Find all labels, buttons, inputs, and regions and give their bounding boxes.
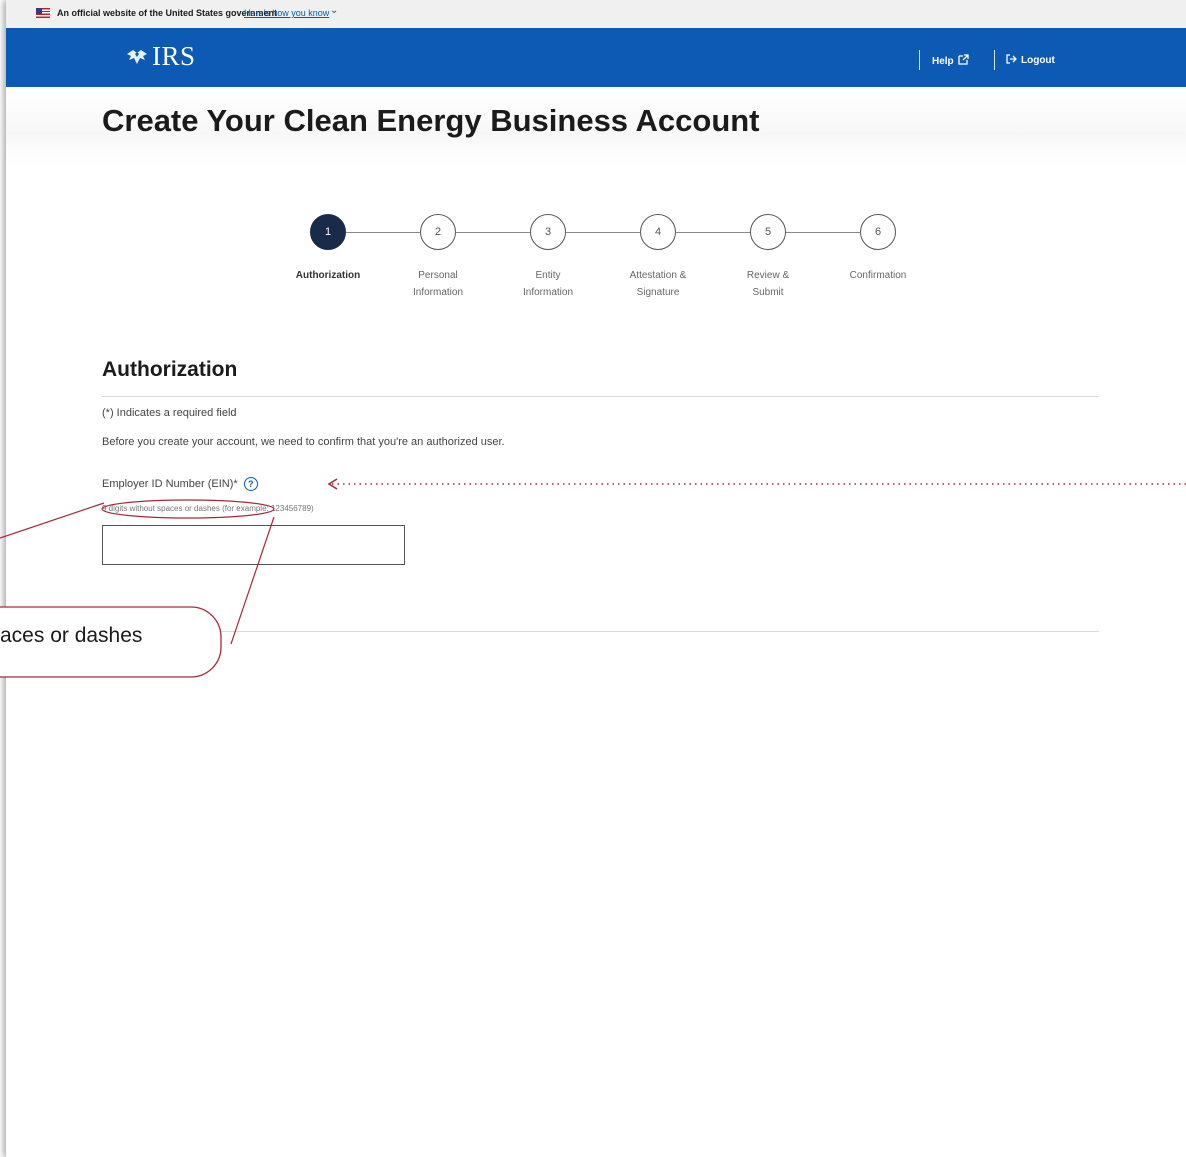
ein-label: Employer ID Number (EIN)* ? [102,477,258,491]
logout-icon [1006,54,1017,67]
step-connector [566,232,640,233]
step-connector [456,232,530,233]
us-flag-icon [36,8,50,18]
screenshot-frame: An official website of the United States… [6,0,1186,1157]
step-label-line2: Information [522,287,574,298]
site-header: IRS Help Logout [6,28,1186,87]
step-connector [346,232,420,233]
step-5-label: Review & Submit [723,267,813,301]
page-title: Create Your Clean Energy Business Accoun… [102,103,760,138]
help-link[interactable]: Help [932,54,969,68]
step-1-label: Authorization [283,267,373,284]
step-5-circle: 5 [750,214,786,250]
logout-link[interactable]: Logout [1006,54,1055,67]
callout-text: aces or dashes [0,624,143,647]
ein-hint-example: (for example: 123456789) [219,504,314,513]
form-divider [220,631,1099,632]
header-divider [919,50,920,70]
step-label-line1: Personal [418,270,458,281]
step-2-circle: 2 [420,214,456,250]
step-6-circle: 6 [860,214,896,250]
required-field-note: (*) Indicates a required field [102,407,237,419]
step-label-line2: Signature [636,287,680,298]
step-4-label: Attestation & Signature [613,267,703,301]
logout-label: Logout [1021,55,1055,66]
step-label-line1: Entity [535,270,561,281]
ein-label-text: Employer ID Number (EIN)* [102,478,238,490]
help-question-icon[interactable]: ? [243,477,258,491]
step-label-line1: Confirmation [849,270,907,281]
step-connector [676,232,750,233]
section-title: Authorization [102,358,238,381]
step-label-line1: Review & [746,270,790,281]
step-1-circle: 1 [310,214,346,250]
intro-text: Before you create your account, we need … [102,436,505,448]
step-label-line2: Information [412,287,464,298]
section-divider [102,396,1099,397]
step-3-label: Entity Information [503,267,593,301]
gov-banner-link[interactable]: Here's how you know [244,8,329,18]
step-4-circle: 4 [640,214,676,250]
external-link-icon [958,54,969,68]
ein-hint: 9 digits without spaces or dashes (for e… [102,504,314,513]
irs-eagle-icon [124,44,150,70]
step-label-line1: Attestation & [629,270,687,281]
step-3-circle: 3 [530,214,566,250]
step-label-line1: Authorization [295,270,361,281]
step-connector [786,232,860,233]
chevron-down-icon[interactable]: ⌄ [330,5,338,16]
ein-input[interactable] [102,525,405,565]
logo-text: IRS [152,41,196,71]
step-6-label: Confirmation [833,267,923,284]
gov-banner: An official website of the United States… [6,0,1186,28]
ein-hint-circled: 9 digits without spaces or dashes [102,504,220,513]
irs-logo[interactable]: IRS [124,41,196,72]
step-label-line2: Submit [752,287,784,298]
header-divider [994,50,995,70]
step-2-label: Personal Information [393,267,483,301]
help-label: Help [932,55,954,67]
